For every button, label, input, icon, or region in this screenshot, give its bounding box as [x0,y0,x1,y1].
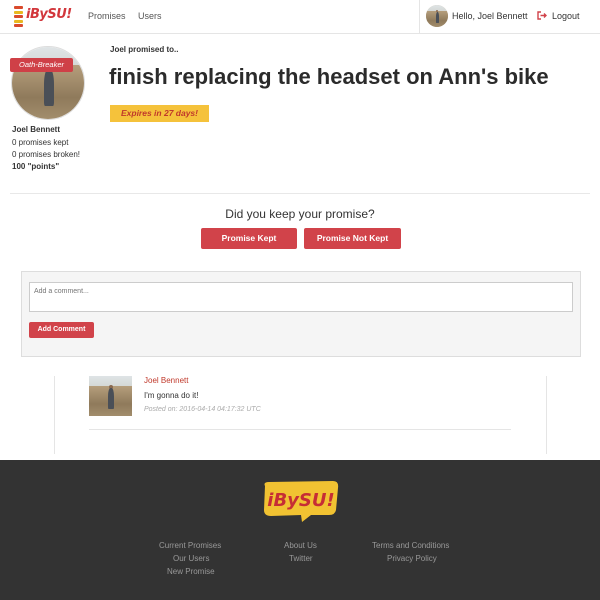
oath-breaker-badge: Oath-Breaker [10,58,73,72]
logo-icon [14,6,23,28]
logout-icon[interactable] [537,11,547,20]
footer: iBySU! Current Promises Our Users New Pr… [0,460,600,600]
promise-kept-button[interactable]: Promise Kept [201,228,297,249]
promise-not-kept-button[interactable]: Promise Not Kept [304,228,401,249]
comment-item: Joel Bennett I'm gonna do it! Posted on:… [89,376,511,430]
footer-current-promises-link[interactable]: Current Promises [159,541,221,550]
user-greeting[interactable]: Hello, Joel Bennett [452,11,528,21]
logout-link[interactable]: Logout [552,11,580,21]
navbar: iBySU! Promises Users Hello, Joel Bennet… [0,0,600,34]
profile-name[interactable]: Joel Bennett [12,125,60,134]
footer-privacy-link[interactable]: Privacy Policy [387,554,437,563]
keep-question: Did you keep your promise? [225,207,375,221]
promise-intro: Joel promised to.. [110,45,179,54]
comment-timestamp: Posted on: 2016-04-14 04:17:32 UTC [144,406,261,413]
promises-broken-count: 0 promises broken! [12,150,81,159]
section-divider [10,193,590,194]
footer-logo[interactable]: iBySU! [261,480,340,522]
comment-form: Add Comment [21,271,581,357]
footer-our-users-link[interactable]: Our Users [173,554,209,563]
nav-divider [419,0,420,34]
comment-text: I'm gonna do it! [144,391,199,400]
comment-avatar[interactable] [89,376,132,416]
points-count: 100 "points" [12,162,60,171]
user-avatar[interactable] [426,5,448,27]
footer-about-us-link[interactable]: About Us [284,541,317,550]
nav-promises-link[interactable]: Promises [88,11,126,21]
footer-new-promise-link[interactable]: New Promise [167,567,215,576]
add-comment-button[interactable]: Add Comment [29,322,94,338]
expires-badge: Expires in 27 days! [110,105,209,122]
brand-logo[interactable]: iBySU! [14,5,72,29]
comment-author[interactable]: Joel Bennett [144,376,188,385]
brand-name: iBySU! [26,7,72,22]
promise-title: finish replacing the headset on Ann's bi… [109,64,549,89]
footer-twitter-link[interactable]: Twitter [289,554,313,563]
footer-terms-link[interactable]: Terms and Conditions [372,541,449,550]
promises-kept-count: 0 promises kept [12,138,69,147]
footer-logo-text: iBySU! [267,490,334,511]
nav-users-link[interactable]: Users [138,11,162,21]
comment-input[interactable] [29,282,573,312]
comments-list: Joel Bennett I'm gonna do it! Posted on:… [54,376,547,454]
